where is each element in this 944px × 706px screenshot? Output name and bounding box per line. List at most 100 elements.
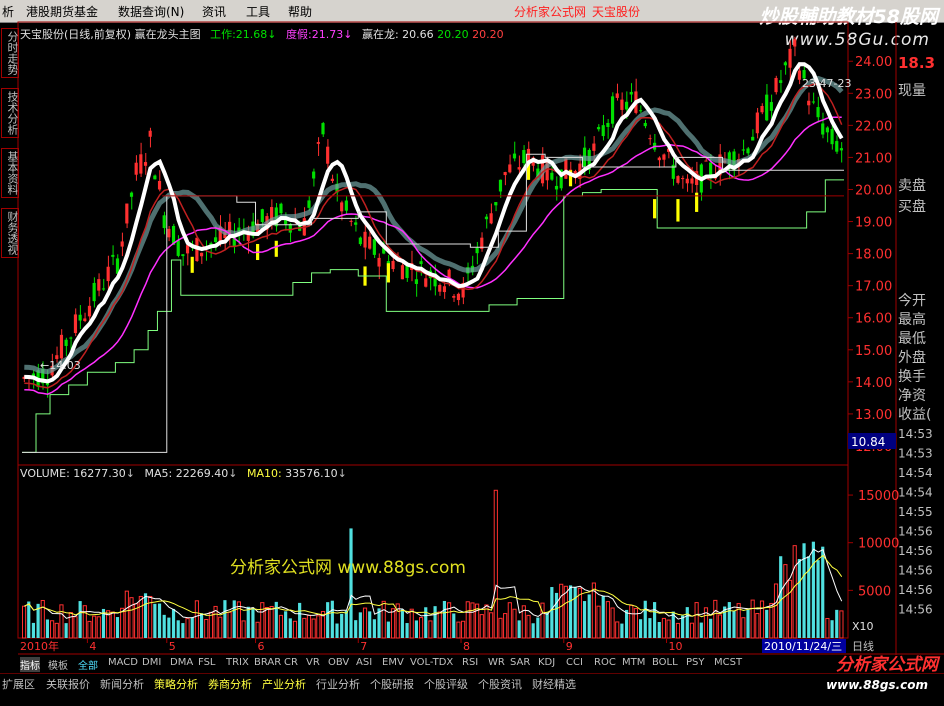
bottom-tab-7[interactable]: 个股研报 (370, 676, 414, 692)
candle-body (372, 239, 376, 255)
indicator-tab-17[interactable]: SAR (510, 657, 530, 668)
bottom-tab-5[interactable]: 产业分析 (262, 676, 306, 692)
logo-main: 分析家公式网 (836, 655, 938, 675)
volume-bar (269, 605, 274, 639)
indicator-tab-2[interactable]: 全部 (78, 657, 98, 672)
indicator-tab-4[interactable]: DMI (142, 657, 161, 668)
indicator-tab-19[interactable]: CCI (566, 657, 583, 668)
indicator-tab-11[interactable]: OBV (328, 657, 349, 668)
indicator-tab-12[interactable]: ASI (356, 657, 372, 668)
candle-body (438, 284, 442, 292)
candle-body (821, 123, 825, 135)
indicator-tab-15[interactable]: RSI (462, 657, 478, 668)
indicator-tab-10[interactable]: VR (306, 657, 320, 668)
volume-bar (153, 603, 157, 638)
volume-bar (512, 608, 517, 639)
volume-bar (190, 617, 194, 638)
indicator-tab-8[interactable]: BRAR (254, 657, 281, 668)
candle-body (199, 252, 204, 257)
indicator-tab-6[interactable]: FSL (198, 657, 216, 668)
candle-body (620, 99, 624, 110)
candle-body (839, 148, 843, 151)
volume-bar (769, 602, 774, 639)
bottom-tab-4[interactable]: 券商分析 (208, 676, 252, 692)
candle-body (522, 150, 526, 164)
volume-bar (559, 583, 564, 639)
indicator-tab-21[interactable]: MTM (622, 657, 645, 668)
indicator-tab-20[interactable]: ROC (594, 657, 616, 668)
bottom-tab-10[interactable]: 财经精选 (532, 676, 576, 692)
volume-bar (755, 613, 760, 639)
volume-value: 16277.30 (73, 467, 126, 480)
support-step-line (22, 179, 844, 453)
candle-body (596, 127, 601, 130)
volume-bar (218, 616, 223, 639)
candle-body (363, 231, 367, 248)
bottom-tab-6[interactable]: 行业分析 (316, 676, 360, 692)
volume-bar (162, 614, 166, 638)
volume-bar (536, 617, 540, 638)
candle-body (629, 91, 633, 95)
price-tick-label: 13.00 (855, 408, 892, 423)
indicator-tab-7[interactable]: TRIX (226, 657, 249, 668)
candle-body (601, 125, 605, 137)
indicator-tab-18[interactable]: KDJ (538, 657, 555, 668)
candle-body (512, 153, 517, 159)
candle-body (554, 185, 559, 190)
volume-bar (685, 607, 689, 638)
volume-bar (821, 546, 825, 638)
signal-candle (676, 199, 680, 222)
volume-bar (45, 619, 50, 638)
kline-chart[interactable]: 24.00 23.00 22.00 21.00 20.00 19.00 18.00 17.00… (0, 0, 944, 706)
indicator-tab-13[interactable]: EMV (382, 657, 404, 668)
candle-body (78, 314, 82, 321)
candle-body (456, 293, 461, 301)
quote-outer: 外盘 (898, 350, 926, 366)
signal-candle (190, 256, 194, 273)
volume-bar (601, 595, 605, 638)
candle-body (769, 102, 773, 111)
indicator-tab-0[interactable]: 指标 (20, 657, 40, 672)
indicator-tab-16[interactable]: WR (488, 657, 505, 668)
volume-tick-label: 15000 (858, 489, 899, 504)
price-header: 天宝股份(日线,前复权) 赢在龙头主图 工作:21.68↓ 度假:21.73↓ … (20, 28, 504, 41)
volume-bar (661, 617, 667, 639)
volume-bar (610, 607, 615, 639)
candle-body (424, 278, 428, 287)
cursor-date-label: 2010/11/24/三 (764, 640, 842, 653)
volume-label: VOLUME: (20, 467, 70, 480)
volume-bar (498, 617, 503, 639)
bottom-tab-0[interactable]: 扩展区 (2, 676, 35, 692)
volume-bar (797, 558, 801, 638)
indicator-tab-14[interactable]: VOL-TDX (410, 657, 453, 668)
indicator-tab-22[interactable]: BOLL (652, 657, 678, 668)
bottom-tab-1[interactable]: 关联报价 (46, 676, 90, 692)
bottom-tab-9[interactable]: 个股资讯 (478, 676, 522, 692)
bottom-tab-3[interactable]: 策略分析 (154, 676, 198, 692)
logo-url: www.88gs.com (826, 678, 928, 692)
win-value-2: 20.20 (437, 28, 469, 41)
date-year-label: 2010年 (20, 639, 59, 653)
volume-bar (816, 560, 820, 638)
price-tick-label: 20.00 (855, 183, 892, 198)
indicator-tab-5[interactable]: DMA (170, 657, 193, 668)
volume-bar (311, 618, 316, 639)
candle-body (73, 314, 78, 334)
candle-body (830, 129, 834, 145)
candle-body (176, 240, 180, 256)
indicator-tab-3[interactable]: MACD (108, 657, 138, 668)
indicator-tab-24[interactable]: MCST (714, 657, 742, 668)
volume-bar (648, 618, 652, 638)
indicator-tab-23[interactable]: PSY (686, 657, 705, 668)
candle-body (358, 237, 362, 245)
candle-body (185, 245, 190, 254)
bottom-tab-2[interactable]: 新闻分析 (100, 676, 144, 692)
volume-bar (87, 620, 92, 639)
volume-bar (694, 602, 699, 639)
candle-body (153, 175, 157, 180)
quote-eps: 收益( (898, 407, 932, 423)
indicator-tab-9[interactable]: CR (284, 657, 298, 668)
volume-bar (479, 614, 484, 639)
indicator-tab-1[interactable]: 模板 (48, 657, 68, 672)
bottom-tab-8[interactable]: 个股评级 (424, 676, 468, 692)
